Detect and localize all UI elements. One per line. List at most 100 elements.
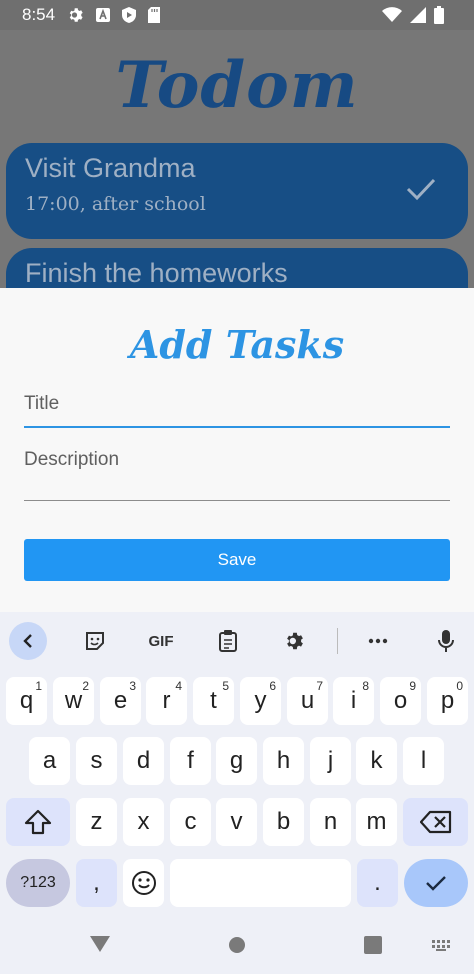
key-a[interactable]: a [29, 737, 70, 785]
more-options-button[interactable] [359, 622, 397, 660]
key-hint: 2 [82, 679, 89, 693]
key-n[interactable]: n [310, 798, 351, 846]
sticker-icon [86, 632, 104, 650]
sd-card-icon [148, 7, 161, 23]
key-r[interactable]: r4 [146, 677, 187, 725]
key-hint: 6 [269, 679, 276, 693]
status-bar: 8:54 [0, 0, 474, 30]
key-x[interactable]: x [123, 798, 164, 846]
key-hint: 0 [456, 679, 463, 693]
key-i[interactable]: i8 [333, 677, 374, 725]
task-subtitle: 17:00, after school [25, 193, 206, 215]
shift-icon [24, 809, 52, 835]
key-label: e [113, 687, 128, 714]
key-label: u [300, 687, 315, 714]
key-hint: 5 [222, 679, 229, 693]
key-v[interactable]: v [216, 798, 257, 846]
period-key[interactable]: . [357, 859, 398, 907]
shift-key[interactable] [6, 798, 70, 846]
save-button[interactable]: Save [24, 539, 450, 581]
keyboard-settings-button[interactable] [276, 622, 314, 660]
key-p[interactable]: p0 [427, 677, 468, 725]
emoji-icon [131, 871, 156, 895]
task-card[interactable]: Finish the homeworks [6, 248, 468, 288]
check-icon [426, 876, 446, 891]
key-label: q [19, 687, 34, 714]
home-circle-icon[interactable] [228, 936, 246, 954]
key-z[interactable]: z [76, 798, 117, 846]
description-input[interactable] [24, 446, 450, 474]
space-key[interactable] [170, 859, 351, 907]
emoji-key[interactable] [123, 859, 164, 907]
wifi-icon [382, 7, 402, 22]
key-u[interactable]: u7 [287, 677, 328, 725]
status-system-icons [382, 6, 444, 24]
key-hint: 4 [175, 679, 182, 693]
key-g[interactable]: g [216, 737, 257, 785]
key-label: i [350, 687, 357, 714]
title-input[interactable] [24, 390, 450, 418]
recents-square-icon[interactable] [364, 936, 382, 954]
status-notification-icons [67, 6, 161, 24]
key-m[interactable]: m [356, 798, 397, 846]
check-icon[interactable] [406, 177, 436, 201]
battery-icon [434, 6, 444, 24]
key-hint: 8 [362, 679, 369, 693]
clipboard-button[interactable] [209, 622, 247, 660]
key-t[interactable]: t5 [193, 677, 234, 725]
keyboard-back-button[interactable] [9, 622, 47, 660]
key-d[interactable]: d [123, 737, 164, 785]
soft-keyboard: GIF q1 w2 e3 r4 t5 y6 u7 i8 o9 p0 a s d … [0, 612, 474, 932]
sticker-button[interactable] [76, 622, 114, 660]
key-l[interactable]: l [403, 737, 444, 785]
key-j[interactable]: j [310, 737, 351, 785]
task-title: Finish the homeworks [25, 258, 288, 288]
task-title: Visit Grandma [25, 153, 196, 183]
key-hint: 3 [129, 679, 136, 693]
shield-play-icon [122, 7, 137, 23]
key-h[interactable]: h [263, 737, 304, 785]
key-s[interactable]: s [76, 737, 117, 785]
sheet-title: Add Tasks [129, 322, 345, 367]
system-nav-bar [0, 932, 474, 974]
backspace-key[interactable] [403, 798, 468, 846]
gear-icon [69, 8, 83, 22]
app-title: Todom [115, 48, 359, 123]
font-a-icon [96, 8, 111, 22]
key-y[interactable]: y6 [240, 677, 281, 725]
key-hint: 9 [409, 679, 416, 693]
clipboard-icon [219, 630, 237, 652]
keyboard-switch-icon[interactable] [432, 940, 452, 952]
microphone-icon [438, 630, 454, 652]
title-field [24, 390, 450, 428]
key-label: w [64, 687, 83, 714]
key-label: p [440, 687, 455, 714]
key-o[interactable]: o9 [380, 677, 421, 725]
done-key[interactable] [404, 859, 468, 907]
key-b[interactable]: b [263, 798, 304, 846]
description-field [24, 446, 450, 501]
key-c[interactable]: c [170, 798, 211, 846]
toolbar-divider [337, 628, 338, 654]
gear-icon [287, 632, 303, 650]
key-w[interactable]: w2 [53, 677, 94, 725]
key-hint: 7 [316, 679, 323, 693]
task-card[interactable]: Visit Grandma 17:00, after school [6, 143, 468, 239]
comma-key[interactable]: , [76, 859, 117, 907]
key-f[interactable]: f [170, 737, 211, 785]
symbols-key[interactable]: ?123 [6, 859, 70, 907]
key-label: y [254, 687, 267, 714]
key-k[interactable]: k [356, 737, 397, 785]
back-triangle-icon[interactable] [90, 936, 110, 952]
voice-input-button[interactable] [427, 622, 465, 660]
key-e[interactable]: e3 [100, 677, 141, 725]
chevron-left-icon [23, 634, 32, 648]
key-q[interactable]: q1 [6, 677, 47, 725]
app-background: Todom Visit Grandma 17:00, after school … [0, 30, 474, 288]
status-time: 8:54 [22, 5, 56, 24]
signal-icon [410, 7, 426, 23]
add-task-sheet: Add Tasks Save [0, 288, 474, 612]
key-hint: 1 [35, 679, 42, 693]
key-label: r [162, 687, 171, 714]
gif-button[interactable]: GIF [142, 622, 180, 660]
